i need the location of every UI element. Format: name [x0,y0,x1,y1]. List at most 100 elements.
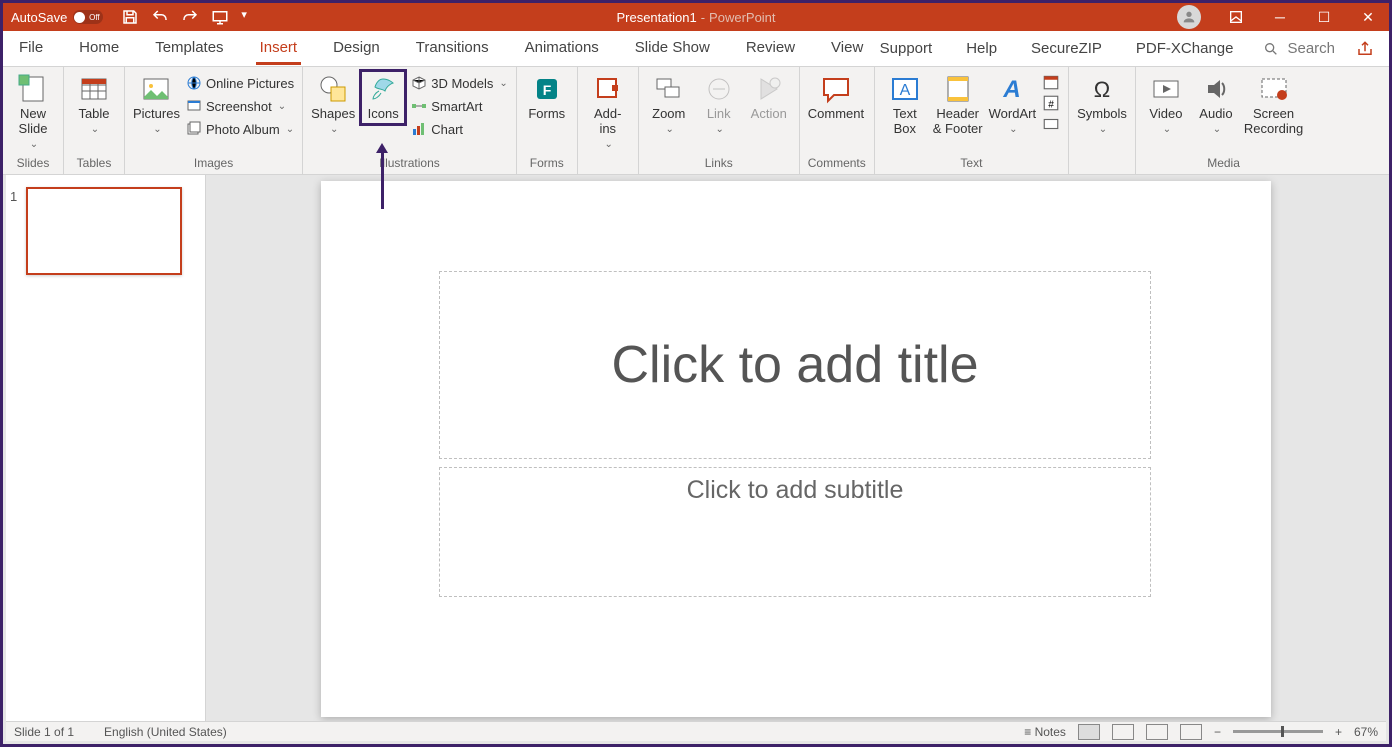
app-name: PowerPoint [709,10,775,25]
notes-button[interactable]: ≡ Notes [1024,725,1066,739]
tab-templates[interactable]: Templates [151,33,227,65]
save-icon[interactable] [121,8,139,26]
slideshow-view-icon[interactable] [1180,724,1202,740]
symbols-button[interactable]: Ω Symbols [1077,71,1127,135]
group-tables: Table Tables [64,67,125,174]
screenshot-button[interactable]: Screenshot [186,96,294,116]
slide-canvas-area: Click to add title Click to add subtitle [206,175,1386,721]
pictures-button[interactable]: Pictures [133,71,180,135]
search-box[interactable]: Search [1263,40,1335,57]
minimize-button[interactable]: ─ [1259,5,1301,29]
title-placeholder[interactable]: Click to add title [439,271,1151,459]
table-button[interactable]: Table [72,71,116,135]
icons-button[interactable]: Icons [361,71,405,124]
3d-models-button[interactable]: 3D Models [411,73,508,93]
tab-view[interactable]: View [827,33,867,65]
zoom-slider[interactable] [1233,730,1323,733]
date-time-icon[interactable] [1042,73,1060,91]
qat-more-icon[interactable]: ▾ [241,8,247,26]
tab-insert[interactable]: Insert [256,33,302,65]
tab-securezip[interactable]: SecureZIP [1027,34,1106,63]
link-button: Link [697,71,741,135]
smartart-button[interactable]: SmartArt [411,96,508,116]
sorter-view-icon[interactable] [1112,724,1134,740]
video-button[interactable]: Video [1144,71,1188,135]
slide-number-icon[interactable]: # [1042,94,1060,112]
tab-animations[interactable]: Animations [521,33,603,65]
autosave-toggle[interactable]: AutoSave Off [3,10,103,25]
group-images: Pictures Online Pictures Screenshot Phot… [125,67,303,174]
present-icon[interactable] [211,8,229,26]
zoom-in-button[interactable]: + [1335,725,1342,739]
group-slides: New Slide Slides [3,67,64,174]
undo-icon[interactable] [151,8,169,26]
user-avatar[interactable] [1177,5,1201,29]
zoom-out-button[interactable]: − [1214,725,1221,739]
toggle-switch[interactable]: Off [73,10,103,24]
forms-button[interactable]: F Forms [525,71,569,122]
chart-button[interactable]: Chart [411,119,508,139]
zoom-button[interactable]: Zoom [647,71,691,135]
tab-slideshow[interactable]: Slide Show [631,33,714,65]
ribbon: New Slide Slides Table Tables Pictures O… [3,67,1389,175]
thumb-number: 1 [10,189,17,204]
slide-thumbnails-panel[interactable]: 1 [6,175,206,721]
language-indicator[interactable]: English (United States) [104,725,227,739]
group-symbols: Ω Symbols [1069,67,1136,174]
group-illustrations: Shapes Icons 3D Models SmartArt Chart Il… [303,67,517,174]
autosave-label: AutoSave [11,10,67,25]
svg-text:F: F [542,82,551,98]
tab-transitions[interactable]: Transitions [412,33,493,65]
close-button[interactable]: ✕ [1347,5,1389,29]
shapes-button[interactable]: Shapes [311,71,355,135]
group-text: A Text Box Header & Footer A WordArt # T… [875,67,1069,174]
online-pictures-button[interactable]: Online Pictures [186,73,294,93]
maximize-button[interactable]: ☐ [1303,5,1345,29]
slide-counter[interactable]: Slide 1 of 1 [14,725,74,739]
redo-icon[interactable] [181,8,199,26]
tab-file[interactable]: File [15,33,47,65]
reading-view-icon[interactable] [1146,724,1168,740]
svg-text:#: # [1048,100,1054,111]
screen-recording-button[interactable]: Screen Recording [1244,71,1303,137]
slide-thumbnail-1[interactable]: 1 [26,187,182,275]
tab-design[interactable]: Design [329,33,384,65]
comment-button[interactable]: Comment [808,71,864,122]
search-icon [1263,41,1279,57]
annotation-arrow [381,151,384,209]
svg-text:A: A [1003,76,1021,103]
quick-access-toolbar: ▾ [103,8,247,26]
status-bar: Slide 1 of 1 English (United States) ≡ N… [6,721,1386,741]
ribbon-tabs: File Home Templates Insert Design Transi… [3,31,1389,67]
group-links: Zoom Link Action Links [639,67,800,174]
zoom-level[interactable]: 67% [1354,725,1378,739]
svg-text:Ω: Ω [1094,77,1110,102]
tab-help[interactable]: Help [962,34,1001,63]
header-footer-button[interactable]: Header & Footer [933,71,983,137]
title-bar: AutoSave Off ▾ Presentation1 - PowerPoin… [3,3,1389,31]
object-icon[interactable] [1042,115,1060,133]
share-button[interactable] [1351,37,1379,61]
group-comments: Comment Comments [800,67,875,174]
photo-album-button[interactable]: Photo Album [186,119,294,139]
tab-review[interactable]: Review [742,33,799,65]
wordart-button[interactable]: A WordArt [989,71,1036,135]
new-slide-button[interactable]: New Slide [11,71,55,150]
addins-button[interactable]: Add- ins [586,71,630,150]
workspace: 1 Click to add title Click to add subtit… [6,175,1386,721]
tab-pdfxchange[interactable]: PDF-XChange [1132,34,1238,63]
window-controls: ─ ☐ ✕ [1177,5,1389,29]
audio-button[interactable]: Audio [1194,71,1238,135]
group-forms: F Forms Forms [517,67,578,174]
normal-view-icon[interactable] [1078,724,1100,740]
textbox-button[interactable]: A Text Box [883,71,927,137]
tab-home[interactable]: Home [75,33,123,65]
slide-canvas[interactable]: Click to add title Click to add subtitle [321,181,1271,717]
document-title: Presentation1 - PowerPoint [616,10,775,25]
subtitle-placeholder[interactable]: Click to add subtitle [439,467,1151,597]
ribbon-options-icon[interactable] [1215,5,1257,29]
doc-name: Presentation1 [616,10,696,25]
group-addins: Add- ins [578,67,639,174]
tab-support[interactable]: Support [876,34,937,63]
group-media: Video Audio Screen Recording Media [1136,67,1311,174]
